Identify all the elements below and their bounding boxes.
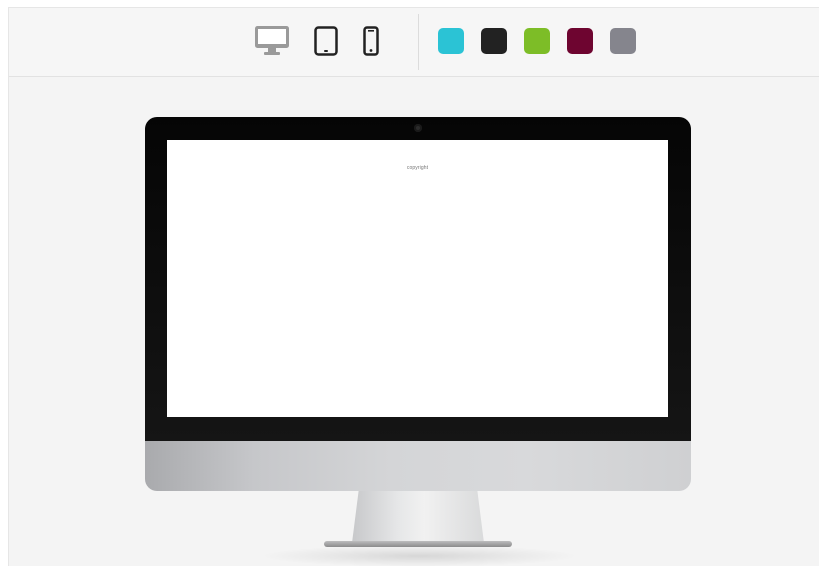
swatch-black[interactable]	[481, 28, 507, 54]
desktop-view-button[interactable]	[253, 24, 291, 58]
desktop-icon	[255, 26, 289, 55]
swatch-cyan[interactable]	[438, 28, 464, 54]
swatch-maroon[interactable]	[567, 28, 593, 54]
preview-frame: copyright	[8, 7, 819, 566]
phone-icon	[363, 26, 379, 56]
monitor-screen[interactable]: copyright	[167, 140, 668, 417]
monitor-chin	[145, 441, 691, 491]
swatch-green[interactable]	[524, 28, 550, 54]
tablet-icon	[314, 26, 338, 56]
toolbar-divider	[418, 14, 419, 70]
monitor-bezel: copyright	[145, 117, 691, 441]
toolbar	[9, 8, 819, 77]
stand-shadow	[259, 545, 579, 566]
tablet-view-button[interactable]	[312, 24, 340, 58]
phone-view-button[interactable]	[360, 24, 382, 58]
monitor-stand	[352, 491, 484, 543]
swatch-gray[interactable]	[610, 28, 636, 54]
device-preview-stage: copyright	[9, 77, 819, 566]
camera-icon	[414, 124, 422, 132]
monitor-stand-base	[324, 541, 512, 547]
screen-copyright-text: copyright	[406, 165, 429, 171]
